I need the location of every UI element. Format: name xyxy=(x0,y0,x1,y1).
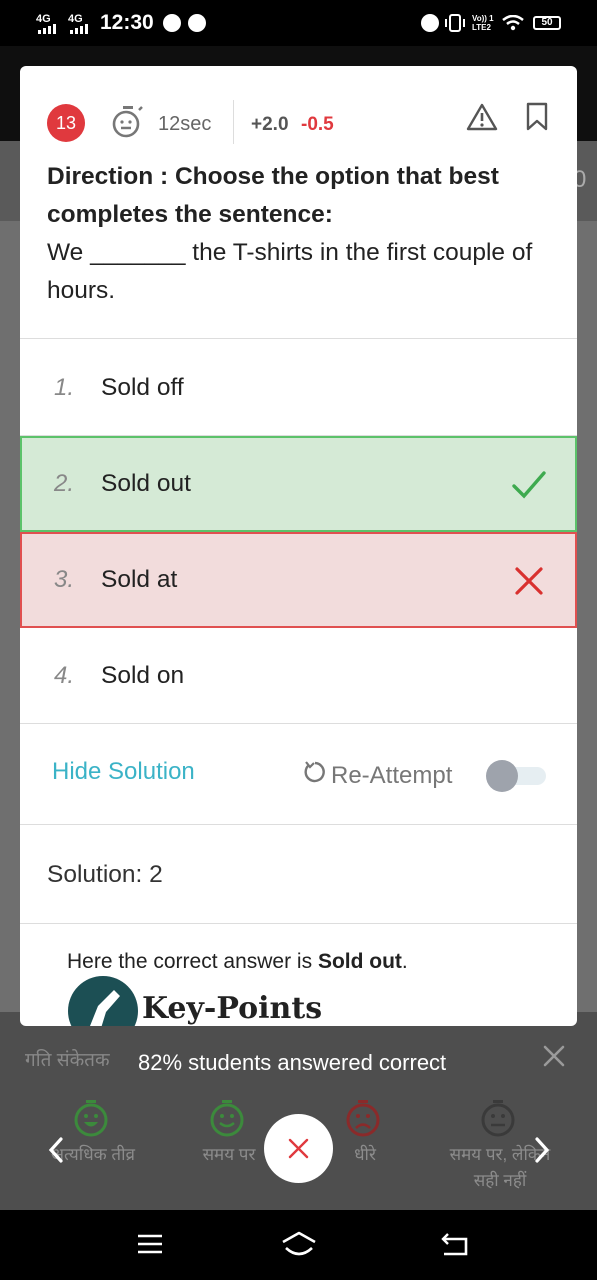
refresh-icon[interactable] xyxy=(303,760,327,784)
key-points-logo xyxy=(68,976,138,1026)
warning-icon[interactable] xyxy=(466,102,498,132)
divider xyxy=(20,338,577,339)
happy-face-icon xyxy=(74,1100,108,1137)
system-nav-bar xyxy=(0,1210,597,1280)
key-points-heading: Key-Points xyxy=(142,991,323,1026)
bookmark-icon[interactable] xyxy=(525,102,549,132)
solution-answer: Sold out xyxy=(317,950,402,973)
option-number: 1. xyxy=(54,374,75,401)
divider xyxy=(20,824,577,825)
battery-icon: 50 xyxy=(533,16,561,30)
close-icon xyxy=(288,1138,309,1159)
status-bar: 4G 4G 12:30 Vo)) 1 LTE2 50 xyxy=(0,0,597,46)
divider xyxy=(20,923,577,924)
option-number: 2. xyxy=(54,470,75,497)
negative-marks: -0.5 xyxy=(301,114,334,135)
question-body: Direction : Choose the option that best … xyxy=(47,158,557,310)
alarm-icon xyxy=(421,14,439,32)
previous-question-icon[interactable] xyxy=(44,1135,68,1165)
option-2[interactable]: 2. Sold out xyxy=(20,436,577,532)
volte-indicator: Vo)) 1 LTE2 xyxy=(472,14,494,32)
clock: 12:30 xyxy=(100,11,154,34)
reattempt-toggle[interactable] xyxy=(486,760,546,792)
option-text: Sold at xyxy=(101,566,178,593)
cross-icon xyxy=(515,567,543,595)
solution-text: Here the correct answer is Sold out. xyxy=(67,950,408,973)
option-text: Sold out xyxy=(101,470,191,497)
wifi-icon xyxy=(502,15,524,31)
question-time: 12sec xyxy=(158,113,212,135)
vibrate-icon xyxy=(445,14,465,32)
menu-icon[interactable] xyxy=(136,1230,164,1258)
close-icon[interactable] xyxy=(541,1043,567,1069)
stopwatch-icon xyxy=(112,106,143,138)
speed-indicator-caption: गति संकेतक xyxy=(25,1050,110,1071)
check-icon xyxy=(512,471,546,499)
neutral-face-icon xyxy=(481,1100,515,1137)
question-text: We _______ the T-shirts in the first cou… xyxy=(47,239,533,304)
sad-face-icon xyxy=(346,1100,380,1137)
signal-bars-1-icon xyxy=(38,24,56,34)
back-icon[interactable] xyxy=(440,1230,470,1258)
notification-icon xyxy=(188,14,206,32)
reattempt-label[interactable]: Re-Attempt xyxy=(331,762,452,790)
option-3[interactable]: 3. Sold at xyxy=(20,532,577,628)
next-question-icon[interactable] xyxy=(530,1135,554,1165)
option-number: 4. xyxy=(54,662,75,689)
smile-face-icon xyxy=(210,1100,244,1137)
option-1[interactable]: 1. Sold off xyxy=(20,340,577,436)
option-text: Sold off xyxy=(101,374,184,401)
question-direction: Direction : Choose the option that best … xyxy=(47,163,499,228)
hide-solution-button[interactable]: Hide Solution xyxy=(52,758,195,786)
home-icon[interactable] xyxy=(280,1230,318,1260)
option-number: 3. xyxy=(54,566,75,593)
header-divider xyxy=(233,100,234,144)
signal-bars-2-icon xyxy=(70,24,88,34)
solution-title: Solution: 2 xyxy=(47,861,163,888)
close-solution-button[interactable] xyxy=(264,1114,333,1183)
positive-marks: +2.0 xyxy=(251,114,289,135)
option-text: Sold on xyxy=(101,662,185,689)
answer-stats: 82% students answered correct xyxy=(138,1050,447,1075)
toggle-knob xyxy=(486,760,518,792)
option-4[interactable]: 4. Sold on xyxy=(20,628,577,724)
question-card: 13 12sec +2.0 -0.5 Direction : Choose th… xyxy=(20,66,577,1026)
telegram-icon xyxy=(163,14,181,32)
question-number-badge: 13 xyxy=(47,104,85,142)
divider xyxy=(20,723,577,724)
